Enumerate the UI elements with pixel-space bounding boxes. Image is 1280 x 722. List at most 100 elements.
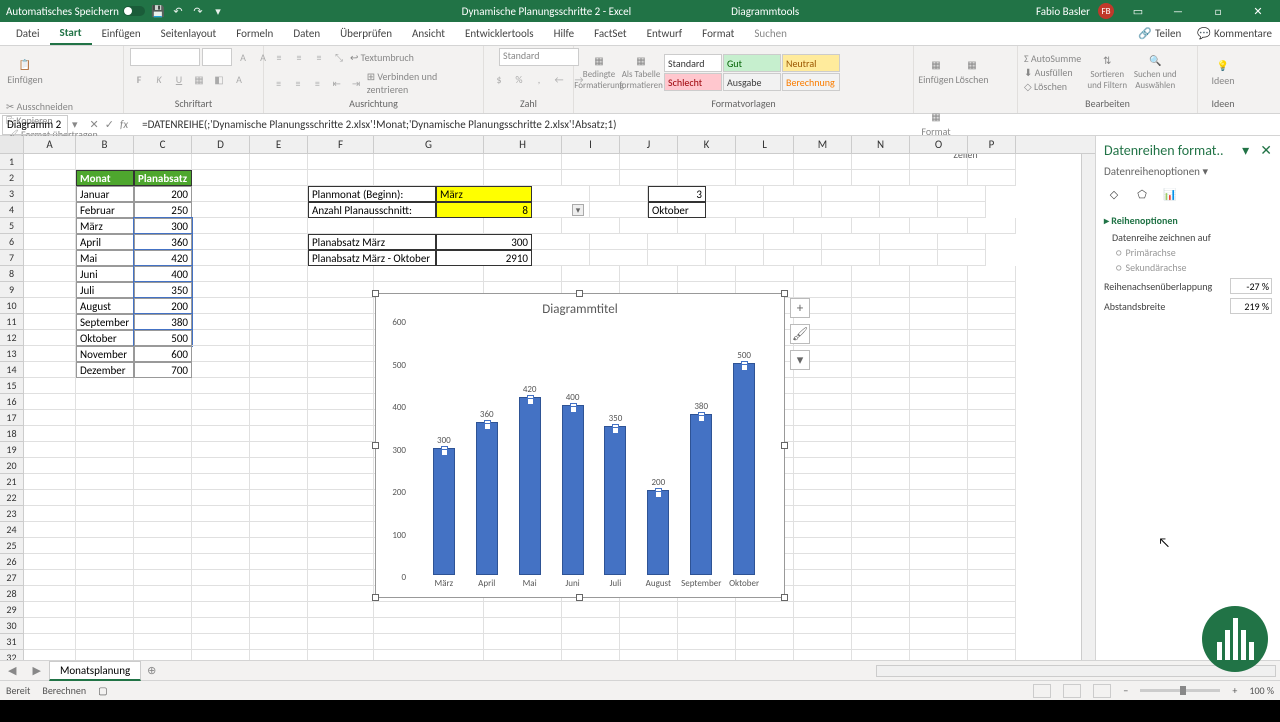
tab-einfuegen[interactable]: Einfügen	[92, 23, 151, 44]
tab-hilfe[interactable]: Hilfe	[544, 23, 584, 44]
page-layout-view-icon[interactable]	[1063, 684, 1081, 698]
orientation-icon[interactable]: ⤡	[330, 48, 348, 66]
row-header[interactable]: 12	[0, 330, 23, 346]
cond-format-button[interactable]: ▦Bedingte Formatierung	[580, 49, 618, 97]
row-header[interactable]: 13	[0, 346, 23, 362]
zoom-out-icon[interactable]: −	[1123, 684, 1128, 697]
formula-input[interactable]: =DATENREIHE(;'Dynamische Planungsschritt…	[136, 118, 1280, 131]
chart-bar[interactable]	[604, 426, 626, 575]
row-header[interactable]: 6	[0, 234, 23, 250]
row-header[interactable]: 16	[0, 394, 23, 410]
align-mid-icon[interactable]: ≡	[290, 48, 308, 66]
row-header[interactable]: 17	[0, 410, 23, 426]
row-header[interactable]: 25	[0, 538, 23, 554]
tab-factset[interactable]: FactSet	[584, 23, 637, 44]
indent-dec-icon[interactable]: ⇤	[328, 74, 345, 92]
chart-bar[interactable]	[690, 414, 712, 576]
style-gut[interactable]: Gut	[723, 54, 781, 72]
paste-button[interactable]: 📋Einfügen	[6, 48, 44, 96]
fx-icon[interactable]: fx	[120, 118, 128, 131]
chart-filter-icon[interactable]: ▾	[790, 350, 810, 370]
chart-title[interactable]: Diagrammtitel	[376, 294, 784, 317]
tab-ansicht[interactable]: Ansicht	[402, 23, 455, 44]
tab-format[interactable]: Format	[692, 23, 744, 44]
insert-cells-button[interactable]: ▦Einfügen	[920, 48, 952, 96]
overlap-input[interactable]	[1230, 278, 1272, 294]
row-header[interactable]: 29	[0, 602, 23, 618]
row-header[interactable]: 28	[0, 586, 23, 602]
maximize-icon[interactable]: □	[1202, 0, 1234, 22]
align-bot-icon[interactable]: ≡	[310, 48, 328, 66]
share-button[interactable]: 🔗 Teilen	[1130, 23, 1189, 44]
add-sheet-icon[interactable]: ⊕	[141, 664, 162, 677]
row-header[interactable]: 10	[0, 298, 23, 314]
chart-object[interactable]: Diagrammtitel 0100200300400500600300März…	[375, 293, 785, 598]
user-name[interactable]: Fabio Basler	[1036, 5, 1090, 18]
save-icon[interactable]: 💾	[151, 4, 165, 18]
vertical-scrollbar[interactable]	[1081, 154, 1095, 660]
comments-button[interactable]: 💬 Kommentare	[1189, 23, 1280, 44]
ideas-button[interactable]: 💡Ideen	[1204, 49, 1242, 97]
style-standard[interactable]: Standard	[664, 54, 722, 72]
grow-font-icon[interactable]: A	[234, 48, 252, 66]
row-header[interactable]: 30	[0, 618, 23, 634]
align-top-icon[interactable]: ≡	[270, 48, 288, 66]
redo-icon[interactable]: ↷	[191, 4, 205, 18]
indent-inc-icon[interactable]: ⇥	[347, 74, 364, 92]
row-header[interactable]: 1	[0, 154, 23, 170]
align-left-icon[interactable]: ≡	[270, 74, 287, 92]
secondary-axis-radio[interactable]: ○ Sekundärachse	[1116, 261, 1272, 274]
cancel-formula-icon[interactable]: ✕	[90, 118, 99, 131]
percent-icon[interactable]: %	[510, 70, 528, 88]
col-header[interactable]: G	[374, 136, 484, 153]
fill-line-icon[interactable]: ◇	[1104, 184, 1124, 204]
clear-button[interactable]: ◇ Löschen	[1024, 80, 1081, 93]
chart-bar[interactable]	[562, 405, 584, 575]
italic-icon[interactable]: K	[150, 70, 168, 88]
col-header[interactable]: C	[134, 136, 192, 153]
macro-record-icon[interactable]: ▢	[98, 684, 107, 697]
close-icon[interactable]: ✕	[1242, 0, 1274, 22]
tab-entwurf[interactable]: Entwurf	[637, 23, 693, 44]
sort-filter-button[interactable]: ⇅Sortieren und Filtern	[1085, 49, 1129, 97]
chart-bar[interactable]	[476, 422, 498, 575]
tab-seitenlayout[interactable]: Seitenlayout	[151, 23, 227, 44]
chart-brush-icon[interactable]: 🖌	[790, 324, 810, 344]
column-headers[interactable]: ABCDEFGHIJKLMNOP	[0, 136, 1095, 154]
fill-button[interactable]: ⬇ Ausfüllen	[1024, 66, 1081, 79]
chart-bar[interactable]	[733, 363, 755, 576]
zoom-in-icon[interactable]: +	[1232, 684, 1237, 697]
col-header[interactable]: N	[852, 136, 910, 153]
row-header[interactable]: 4	[0, 202, 23, 218]
row-header[interactable]: 5	[0, 218, 23, 234]
dropdown-icon[interactable]: ▾	[572, 204, 584, 216]
row-header[interactable]: 15	[0, 378, 23, 394]
row-header[interactable]: 22	[0, 490, 23, 506]
sheet-nav-prev-icon[interactable]: ◀	[0, 664, 24, 677]
row-header[interactable]: 9	[0, 282, 23, 298]
primary-axis-radio[interactable]: ○ Primärachse	[1116, 246, 1272, 259]
effects-icon[interactable]: ⬠	[1132, 184, 1152, 204]
font-color-icon[interactable]: A	[230, 70, 248, 88]
series-options-icon[interactable]: 📊	[1160, 184, 1180, 204]
chart-plus-icon[interactable]: +	[790, 298, 810, 318]
tab-formeln[interactable]: Formeln	[226, 23, 283, 44]
tab-start[interactable]: Start	[50, 22, 92, 45]
bold-icon[interactable]: F	[130, 70, 148, 88]
sheet-tab-active[interactable]: Monatsplanung	[49, 661, 141, 681]
row-header[interactable]: 8	[0, 266, 23, 282]
namebox-dropdown-icon[interactable]: ▾	[68, 118, 82, 131]
tab-suchen[interactable]: Suchen	[744, 23, 797, 44]
row-header[interactable]: 32	[0, 650, 23, 660]
cut-button[interactable]: ✂ Ausschneiden	[6, 100, 98, 113]
col-header[interactable]: L	[736, 136, 794, 153]
normal-view-icon[interactable]	[1033, 684, 1051, 698]
row-headers[interactable]: 1234567891011121314151617181920212223242…	[0, 154, 24, 660]
col-header[interactable]: A	[24, 136, 76, 153]
autosum-button[interactable]: Σ AutoSumme	[1024, 52, 1081, 65]
zoom-level[interactable]: 100 %	[1249, 684, 1274, 697]
col-header[interactable]: M	[794, 136, 852, 153]
col-header[interactable]: D	[192, 136, 250, 153]
page-break-view-icon[interactable]	[1093, 684, 1111, 698]
autosave-toggle[interactable]: Automatisches Speichern	[6, 5, 145, 18]
